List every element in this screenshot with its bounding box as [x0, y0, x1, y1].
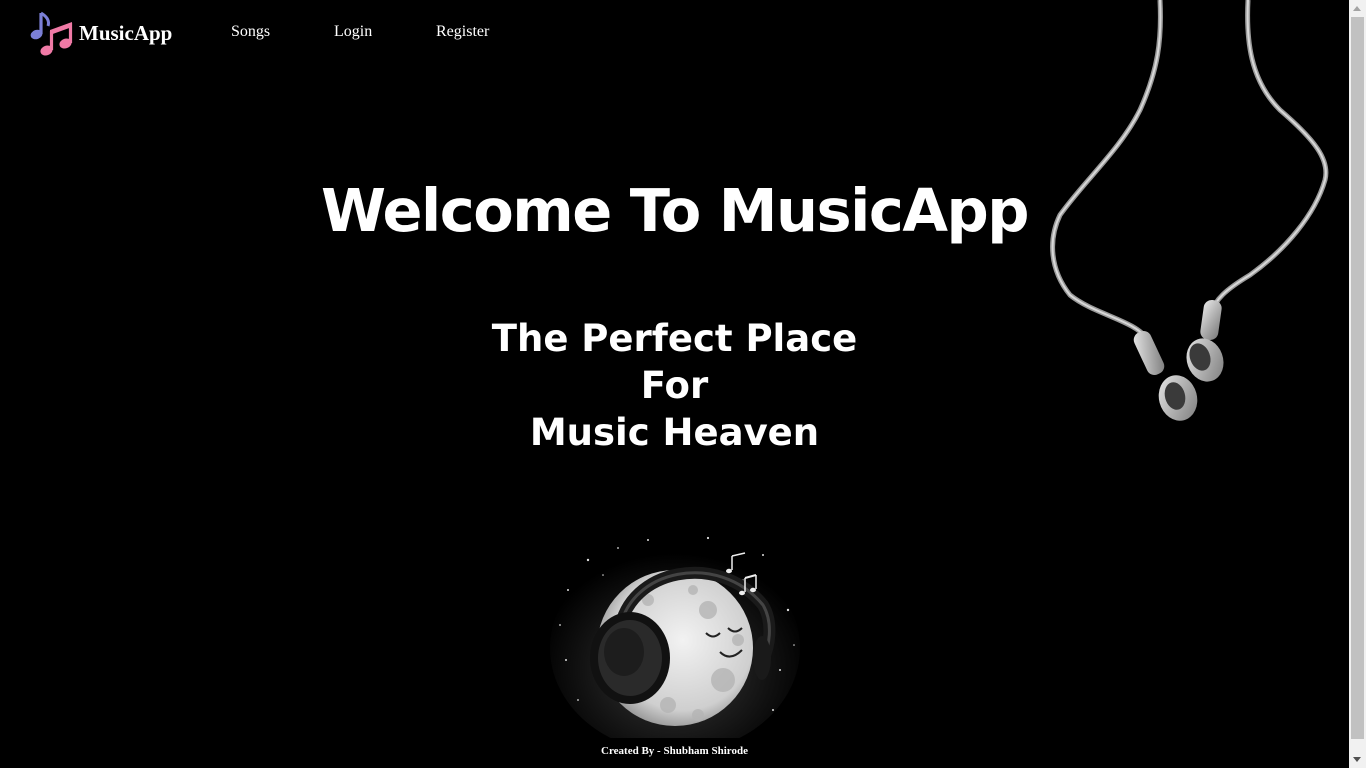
page: MusicApp Songs Login Register Welcome To… — [0, 0, 1366, 768]
navbar: MusicApp Songs Login Register — [0, 0, 1349, 66]
scrollbar-thumb[interactable] — [1351, 17, 1364, 739]
vertical-scrollbar[interactable] — [1349, 0, 1366, 768]
tagline-line-2: For — [640, 364, 709, 407]
nav-songs-link[interactable]: Songs — [231, 23, 270, 41]
hero-tagline: The Perfect Place For Music Heaven — [0, 315, 1349, 456]
tagline-line-1: The Perfect Place — [491, 317, 858, 360]
brand-name: MusicApp — [79, 20, 173, 45]
hero-title: Welcome To MusicApp — [321, 176, 1029, 245]
scroll-down-arrow-icon[interactable] — [1349, 751, 1366, 768]
nav-login-link[interactable]: Login — [334, 23, 372, 41]
scroll-up-arrow-icon[interactable] — [1349, 0, 1366, 17]
footer-credit: Created By - Shubham Shirode — [601, 745, 748, 757]
music-notes-icon — [30, 11, 73, 56]
brand-link[interactable]: MusicApp — [28, 10, 172, 56]
nav-register-link[interactable]: Register — [436, 23, 489, 41]
moon-headphones-illustration — [550, 536, 800, 738]
tagline-line-3: Music Heaven — [529, 411, 820, 454]
